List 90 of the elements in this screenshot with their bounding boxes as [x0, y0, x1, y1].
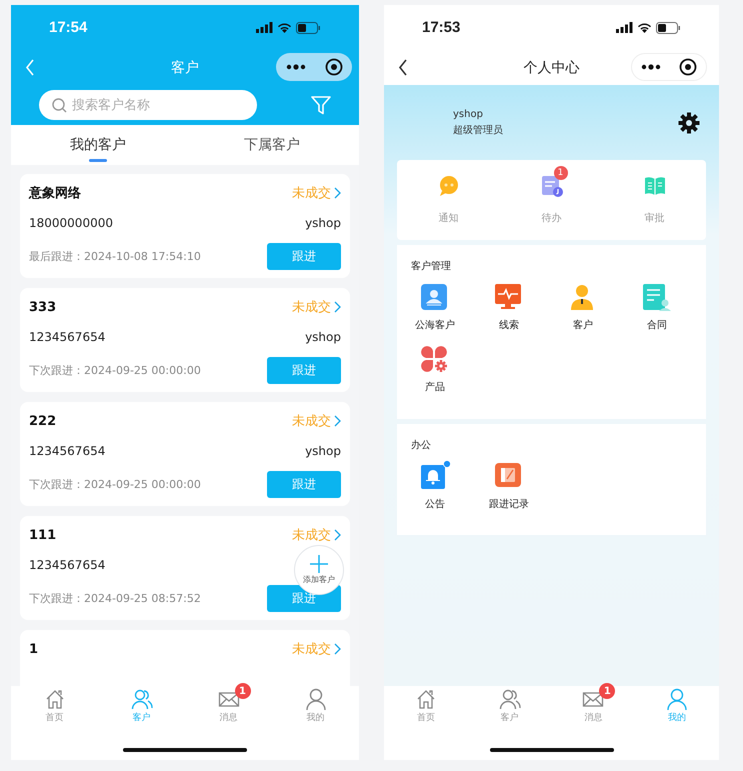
menu-item[interactable]: 跟进记录	[472, 463, 546, 511]
search-icon	[52, 98, 67, 113]
owner-name: yshop	[305, 444, 341, 458]
quick-action[interactable]: 待办 1	[500, 160, 603, 240]
battery-icon	[656, 22, 681, 34]
plus-icon	[310, 555, 328, 573]
phone-number: 1234567654	[29, 558, 106, 572]
follow-up-time: 下次跟进：2024-09-25 08:57:52	[29, 591, 201, 606]
menu-item[interactable]: 公告	[398, 463, 472, 511]
more-icon[interactable]	[641, 64, 661, 70]
user-name: yshop	[453, 108, 484, 120]
follow-up-time: 最后跟进：2024-10-08 17:54:10	[29, 249, 201, 264]
quick-action[interactable]: 审批	[603, 160, 706, 240]
back-icon[interactable]	[398, 59, 408, 76]
page-title: 个人中心	[524, 58, 580, 76]
section-title: 办公	[410, 438, 432, 452]
notification-badge: 1	[554, 166, 568, 180]
follow-up-time: 下次跟进：2024-09-25 00:00:00	[29, 363, 201, 378]
phone-number: 1234567654	[29, 330, 106, 344]
tab-bar-item[interactable]: 消息 1	[552, 686, 636, 734]
tab-bar-item[interactable]: 我的	[272, 686, 359, 734]
chevron-icon	[334, 415, 341, 427]
follow-up-time: 下次跟进：2024-09-25 00:00:00	[29, 477, 201, 492]
quick-action[interactable]: 通知	[397, 160, 500, 240]
section-title: 客户管理	[410, 260, 452, 273]
customer-card[interactable]: 1 未成交	[20, 630, 350, 686]
signal-icon	[256, 22, 273, 33]
notification-badge: 1	[599, 683, 616, 699]
people-icon	[498, 688, 521, 710]
owner-name: yshop	[305, 330, 341, 344]
phone-number: 18000000000	[29, 216, 113, 230]
status-time: 17:54	[49, 19, 88, 36]
phone-number: 1234567654	[29, 444, 106, 458]
task-icon	[540, 175, 562, 197]
follow-up-button[interactable]: 跟进	[267, 471, 341, 498]
contact-card-icon	[421, 284, 449, 312]
customer-name: 111	[29, 528, 56, 542]
tab[interactable]: 我的客户	[11, 125, 185, 165]
more-icon[interactable]	[286, 64, 306, 70]
follow-up-button[interactable]: 跟进	[267, 357, 341, 384]
chevron-icon	[334, 529, 341, 541]
owner-name: yshop	[305, 216, 341, 230]
status-link[interactable]: 未成交	[292, 184, 341, 202]
menu-item[interactable]: 合同	[620, 284, 694, 332]
wifi-icon	[637, 22, 652, 33]
tab-bar-item[interactable]: 首页	[384, 686, 468, 734]
customer-card[interactable]: 333 未成交 1234567654 yshop 下次跟进：2024-09-25 00:00:00 跟进	[20, 288, 350, 392]
wifi-icon	[277, 22, 292, 33]
customer-name: 222	[29, 414, 56, 428]
customer-name: 意象网络	[29, 184, 81, 202]
settings-icon[interactable]	[678, 112, 700, 134]
tab-bar-item[interactable]: 客户	[468, 686, 552, 734]
customer-name: 333	[29, 300, 56, 314]
notification-badge: 1	[234, 683, 250, 699]
battery-icon	[296, 22, 321, 34]
chat-icon	[438, 175, 460, 197]
menu-item[interactable]: 产品	[398, 346, 472, 394]
petals-icon	[421, 346, 449, 374]
chevron-icon	[334, 643, 341, 655]
monitor-icon	[495, 284, 523, 312]
person-icon	[666, 688, 688, 710]
status-link[interactable]: 未成交	[292, 412, 341, 430]
people-icon	[130, 688, 152, 710]
customer-card[interactable]: 222 未成交 1234567654 yshop 下次跟进：2024-09-25 00:00:00 跟进	[20, 402, 350, 506]
tab-bar-item[interactable]: 消息 1	[185, 686, 272, 734]
target-icon[interactable]	[324, 58, 342, 76]
signal-icon	[616, 22, 633, 33]
menu-item[interactable]: 公海客户	[398, 284, 472, 332]
tab[interactable]: 下属客户	[185, 125, 359, 165]
chevron-icon	[334, 301, 341, 313]
search-field[interactable]: 搜索客户名称	[39, 90, 257, 120]
customer-card[interactable]: 意象网络 未成交 18000000000 yshop 最后跟进：2024-10-08 17:54:10 跟进	[20, 174, 350, 278]
status-link[interactable]: 未成交	[292, 640, 341, 658]
person-icon	[304, 688, 326, 710]
target-icon[interactable]	[679, 58, 697, 76]
customer-name: 1	[29, 642, 38, 656]
tab-bar-item[interactable]: 首页	[11, 686, 98, 734]
menu-item[interactable]: 线索	[472, 284, 546, 332]
follow-up-button[interactable]: 跟进	[267, 243, 341, 270]
book-icon	[644, 175, 666, 197]
tab-bar-item[interactable]: 客户	[98, 686, 185, 734]
menu-item[interactable]: 客户	[546, 284, 620, 332]
user-role: 超级管理员	[453, 124, 503, 136]
status-time: 17:53	[422, 19, 460, 36]
tab-bar-item[interactable]: 我的	[635, 686, 719, 734]
status-link[interactable]: 未成交	[292, 526, 341, 544]
chevron-icon	[334, 187, 341, 199]
status-link[interactable]: 未成交	[292, 298, 341, 316]
page-title: 客户	[171, 58, 199, 76]
document-icon	[643, 284, 671, 312]
